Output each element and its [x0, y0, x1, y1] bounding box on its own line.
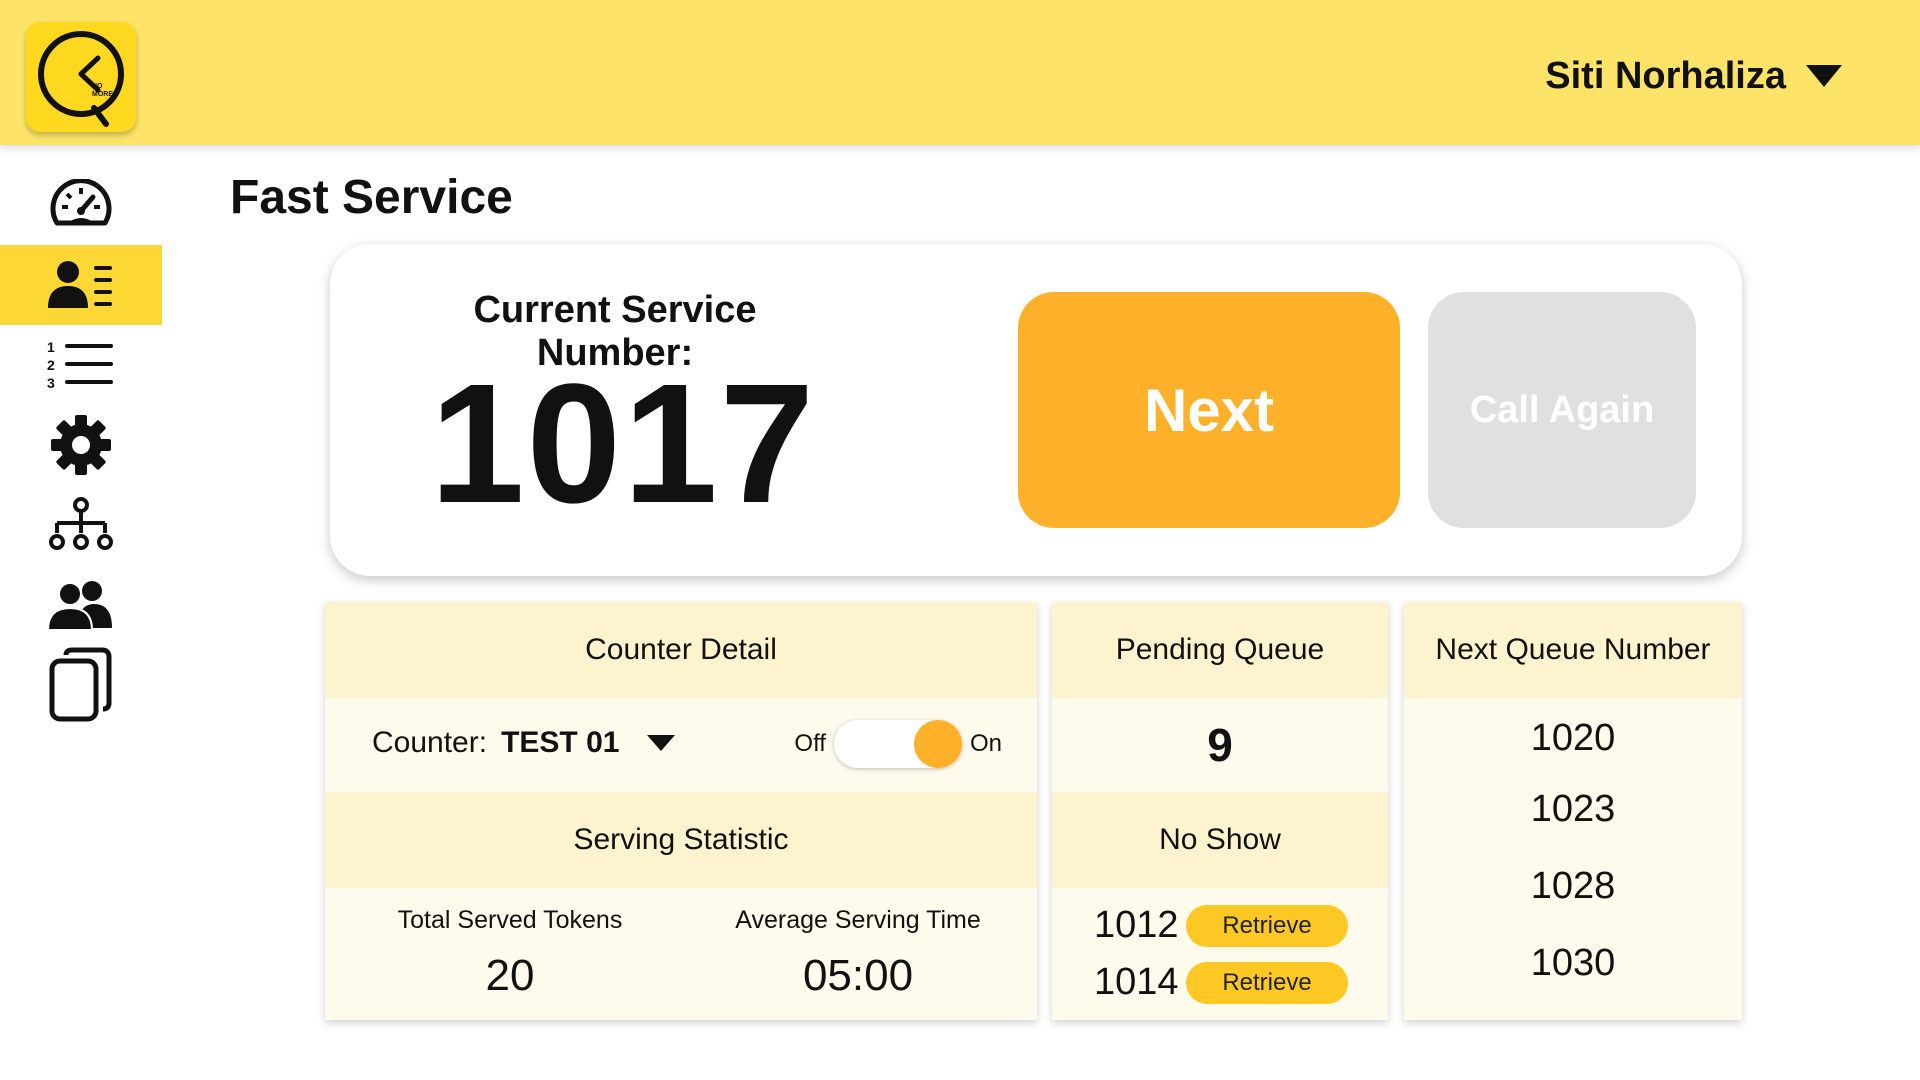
no-show-item: 1014 Retrieve — [1094, 961, 1348, 1004]
app-logo[interactable]: NO MORE — [26, 22, 136, 132]
contact-card-icon — [48, 261, 112, 308]
toggle-knob — [913, 720, 962, 768]
users-icon — [48, 581, 112, 630]
counter-toggle-group: Off On — [794, 720, 1002, 768]
user-menu[interactable]: Siti Norhaliza — [1545, 48, 1842, 104]
current-service-card: Current Service Number: 1017 Next Call A… — [330, 244, 1742, 576]
total-served-value: 20 — [485, 951, 535, 1000]
sidebar-item-documents[interactable] — [0, 645, 162, 725]
current-service-number: 1017 — [430, 349, 817, 539]
no-show-number: 1012 — [1094, 904, 1179, 946]
next-queue-header: Next Queue Number — [1404, 602, 1742, 698]
pending-queue-count: 9 — [1207, 719, 1233, 771]
sidebar-item-dashboard[interactable] — [0, 165, 162, 245]
sidebar-item-service[interactable] — [0, 245, 162, 325]
sidebar-item-organization[interactable] — [0, 485, 162, 565]
total-served-stat: Total Served Tokens 20 — [365, 906, 655, 1001]
avg-serving-value: 05:00 — [802, 951, 914, 1000]
counter-detail-panel: Counter Detail Counter: TEST 01 Off On S… — [325, 602, 1037, 1020]
pending-queue-header: Pending Queue — [1052, 602, 1388, 698]
chevron-down-icon — [647, 735, 676, 751]
no-show-number: 1014 — [1094, 961, 1179, 1003]
next-queue-panel: Next Queue Number 1020 1023 1028 1030 — [1404, 602, 1742, 1020]
next-button[interactable]: Next — [1018, 292, 1400, 528]
pending-queue-panel: Pending Queue 9 No Show 1012 Retrieve 10… — [1052, 602, 1388, 1020]
next-queue-item: 1030 — [1530, 942, 1616, 984]
sidebar-item-settings[interactable] — [0, 405, 162, 485]
chevron-down-icon[interactable] — [1806, 65, 1842, 87]
counter-row: Counter: TEST 01 Off On — [325, 698, 1037, 792]
counter-detail-header: Counter Detail — [325, 602, 1037, 698]
user-name: Siti Norhaliza — [1545, 54, 1786, 97]
counter-value: TEST 01 — [501, 726, 620, 759]
copy-icon — [49, 647, 112, 722]
list-number-2: 2 — [47, 357, 55, 373]
logo-clock-icon: NO MORE — [38, 31, 124, 127]
sidebar: 1 2 3 — [0, 165, 162, 725]
retrieve-button[interactable]: Retrieve — [1186, 961, 1348, 1004]
next-queue-item: 1028 — [1530, 865, 1616, 907]
serving-statistic-body: Total Served Tokens 20 Average Serving T… — [325, 888, 1037, 1020]
next-queue-item: 1020 — [1530, 717, 1616, 759]
page-title: Fast Service — [230, 171, 513, 224]
no-show-header: No Show — [1052, 792, 1388, 888]
svg-text:MORE: MORE — [92, 91, 113, 98]
sidebar-item-queue-list[interactable]: 1 2 3 — [0, 325, 162, 405]
org-chart-icon — [49, 497, 113, 550]
call-again-button[interactable]: Call Again — [1428, 292, 1696, 528]
toggle-on-label: On — [969, 730, 1002, 757]
avg-serving-stat: Average Serving Time 05:00 — [713, 906, 1003, 1001]
serving-statistic-header: Serving Statistic — [325, 792, 1037, 888]
list-number-3: 3 — [47, 375, 55, 391]
top-header: NO MORE Siti Norhaliza — [0, 0, 1920, 145]
counter-prefix: Counter: — [372, 726, 488, 759]
next-queue-item: 1023 — [1530, 788, 1616, 830]
counter-on-off-toggle[interactable] — [833, 720, 962, 768]
numbered-list-icon: 1 2 3 — [47, 339, 113, 391]
avg-serving-label: Average Serving Time — [735, 906, 981, 934]
counter-select[interactable]: Counter: TEST 01 — [372, 726, 676, 760]
list-number-1: 1 — [47, 339, 55, 355]
no-show-item: 1012 Retrieve — [1094, 904, 1348, 947]
total-served-label: Total Served Tokens — [397, 906, 623, 934]
speedometer-icon — [50, 179, 112, 226]
toggle-off-label: Off — [794, 730, 826, 757]
retrieve-button[interactable]: Retrieve — [1186, 904, 1348, 947]
gear-icon — [51, 415, 111, 475]
sidebar-item-users[interactable] — [0, 565, 162, 645]
svg-text:NO: NO — [92, 83, 103, 90]
